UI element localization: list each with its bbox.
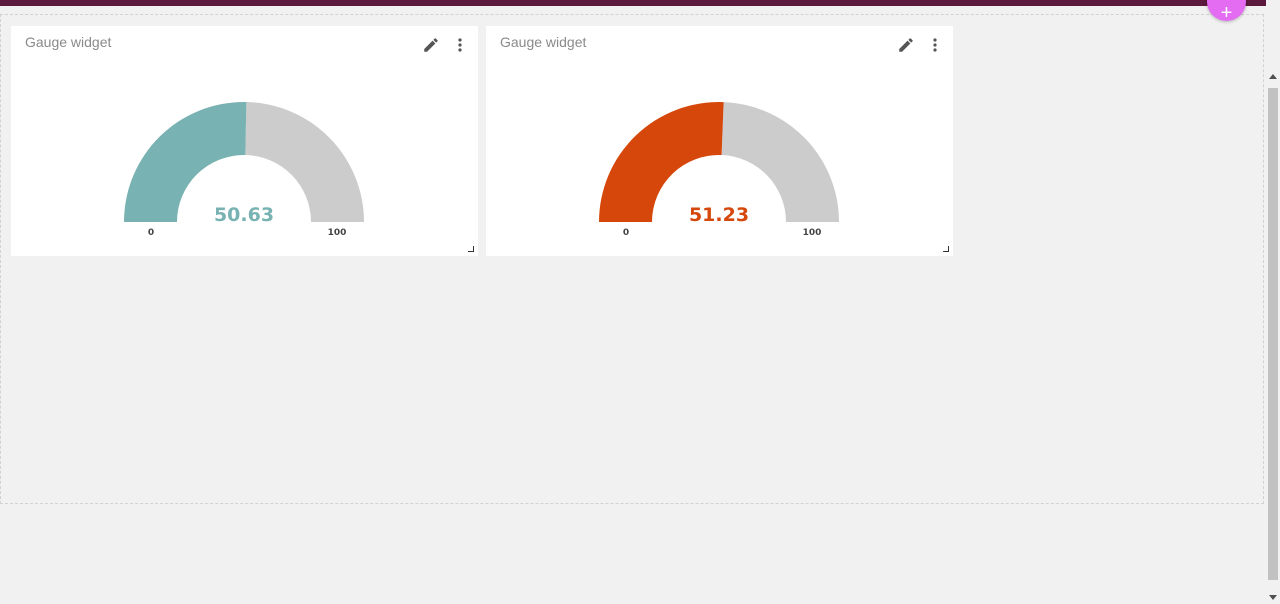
gauge-widget: Gauge widget 51.23 0 100 (486, 26, 953, 256)
vertical-scrollbar[interactable] (1266, 0, 1280, 604)
gauge-chart: 50.63 0 100 (124, 101, 364, 238)
resize-handle[interactable] (943, 246, 949, 252)
gauge-min-label: 0 (148, 228, 154, 238)
gauge-value: 50.63 (214, 204, 274, 226)
resize-handle[interactable] (468, 246, 474, 252)
top-bar (0, 0, 1266, 6)
gauge-min-label: 0 (623, 228, 629, 238)
gauge-widget: Gauge widget 50.63 0 100 (11, 26, 478, 256)
scroll-up-icon[interactable] (1269, 74, 1277, 79)
gauge-chart: 51.23 0 100 (599, 101, 839, 238)
gauge-max-label: 100 (803, 228, 822, 238)
gauge-max-label: 100 (328, 228, 347, 238)
add-widget-label: + (1220, 2, 1233, 24)
scroll-down-icon[interactable] (1269, 595, 1277, 600)
scroll-thumb[interactable] (1268, 88, 1278, 580)
gauge-value: 51.23 (689, 204, 749, 226)
